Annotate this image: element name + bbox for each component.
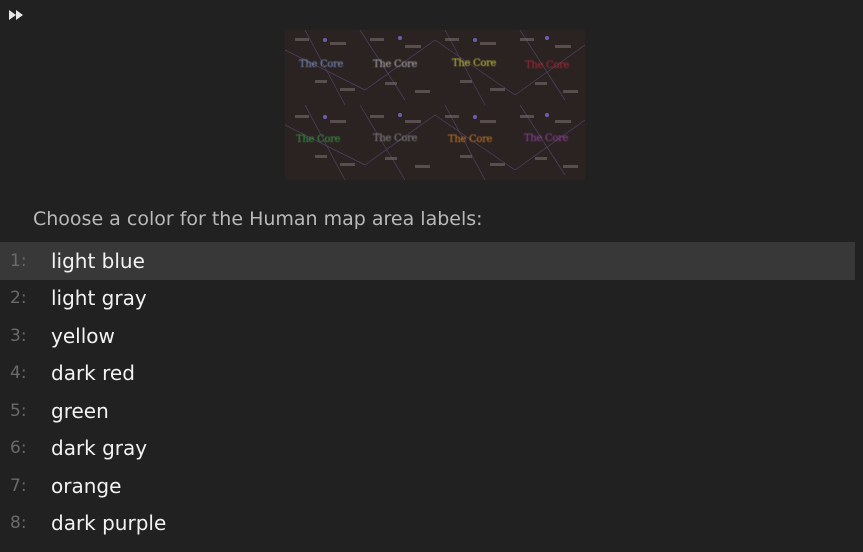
choice-number: 8: xyxy=(10,513,27,534)
choice-label: dark red xyxy=(51,361,135,386)
choice-option-3[interactable]: 3: yellow xyxy=(0,317,855,355)
starmap-background xyxy=(285,30,585,180)
choice-list: 1: light blue 2: light gray 3: yellow 4: dark r… xyxy=(0,242,855,542)
map-label-preview-image: The Core The Core The Core The Core The … xyxy=(285,30,585,180)
choice-number: 1: xyxy=(10,250,27,271)
fast-forward-icon xyxy=(9,10,23,20)
choice-option-8[interactable]: 8: dark purple xyxy=(0,505,855,543)
choice-option-2[interactable]: 2: light gray xyxy=(0,280,855,318)
color-choice-screen: The Core The Core The Core The Core The … xyxy=(0,0,863,552)
choice-number: 7: xyxy=(10,475,27,496)
choice-number: 4: xyxy=(10,363,27,384)
preview-label-5: The Core xyxy=(296,134,341,145)
choice-option-4[interactable]: 4: dark red xyxy=(0,355,855,393)
choice-option-5[interactable]: 5: green xyxy=(0,392,855,430)
choice-label: light gray xyxy=(51,286,147,311)
choice-label: dark purple xyxy=(51,511,167,536)
choice-label: yellow xyxy=(51,323,115,348)
choice-number: 3: xyxy=(10,325,27,346)
choice-number: 2: xyxy=(10,288,27,309)
choice-label: green xyxy=(51,398,109,423)
choice-option-7[interactable]: 7: orange xyxy=(0,467,855,505)
preview-label-8: The Core xyxy=(524,133,569,144)
preview-label-1: The Core xyxy=(299,59,344,70)
choice-number: 5: xyxy=(10,400,27,421)
preview-label-3: The Core xyxy=(452,58,497,69)
choice-label: light blue xyxy=(51,248,145,273)
prompt-text: Choose a color for the Human map area la… xyxy=(33,208,483,230)
preview-label-6: The Core xyxy=(373,133,418,144)
choice-option-1[interactable]: 1: light blue xyxy=(0,242,855,280)
skip-button[interactable] xyxy=(6,6,26,24)
choice-label: orange xyxy=(51,473,122,498)
preview-label-4: The Core xyxy=(525,60,570,71)
choice-label: dark gray xyxy=(51,436,148,461)
preview-label-2: The Core xyxy=(373,59,418,70)
choice-number: 6: xyxy=(10,438,27,459)
choice-option-6[interactable]: 6: dark gray xyxy=(0,430,855,468)
preview-label-7: The Core xyxy=(448,134,493,145)
